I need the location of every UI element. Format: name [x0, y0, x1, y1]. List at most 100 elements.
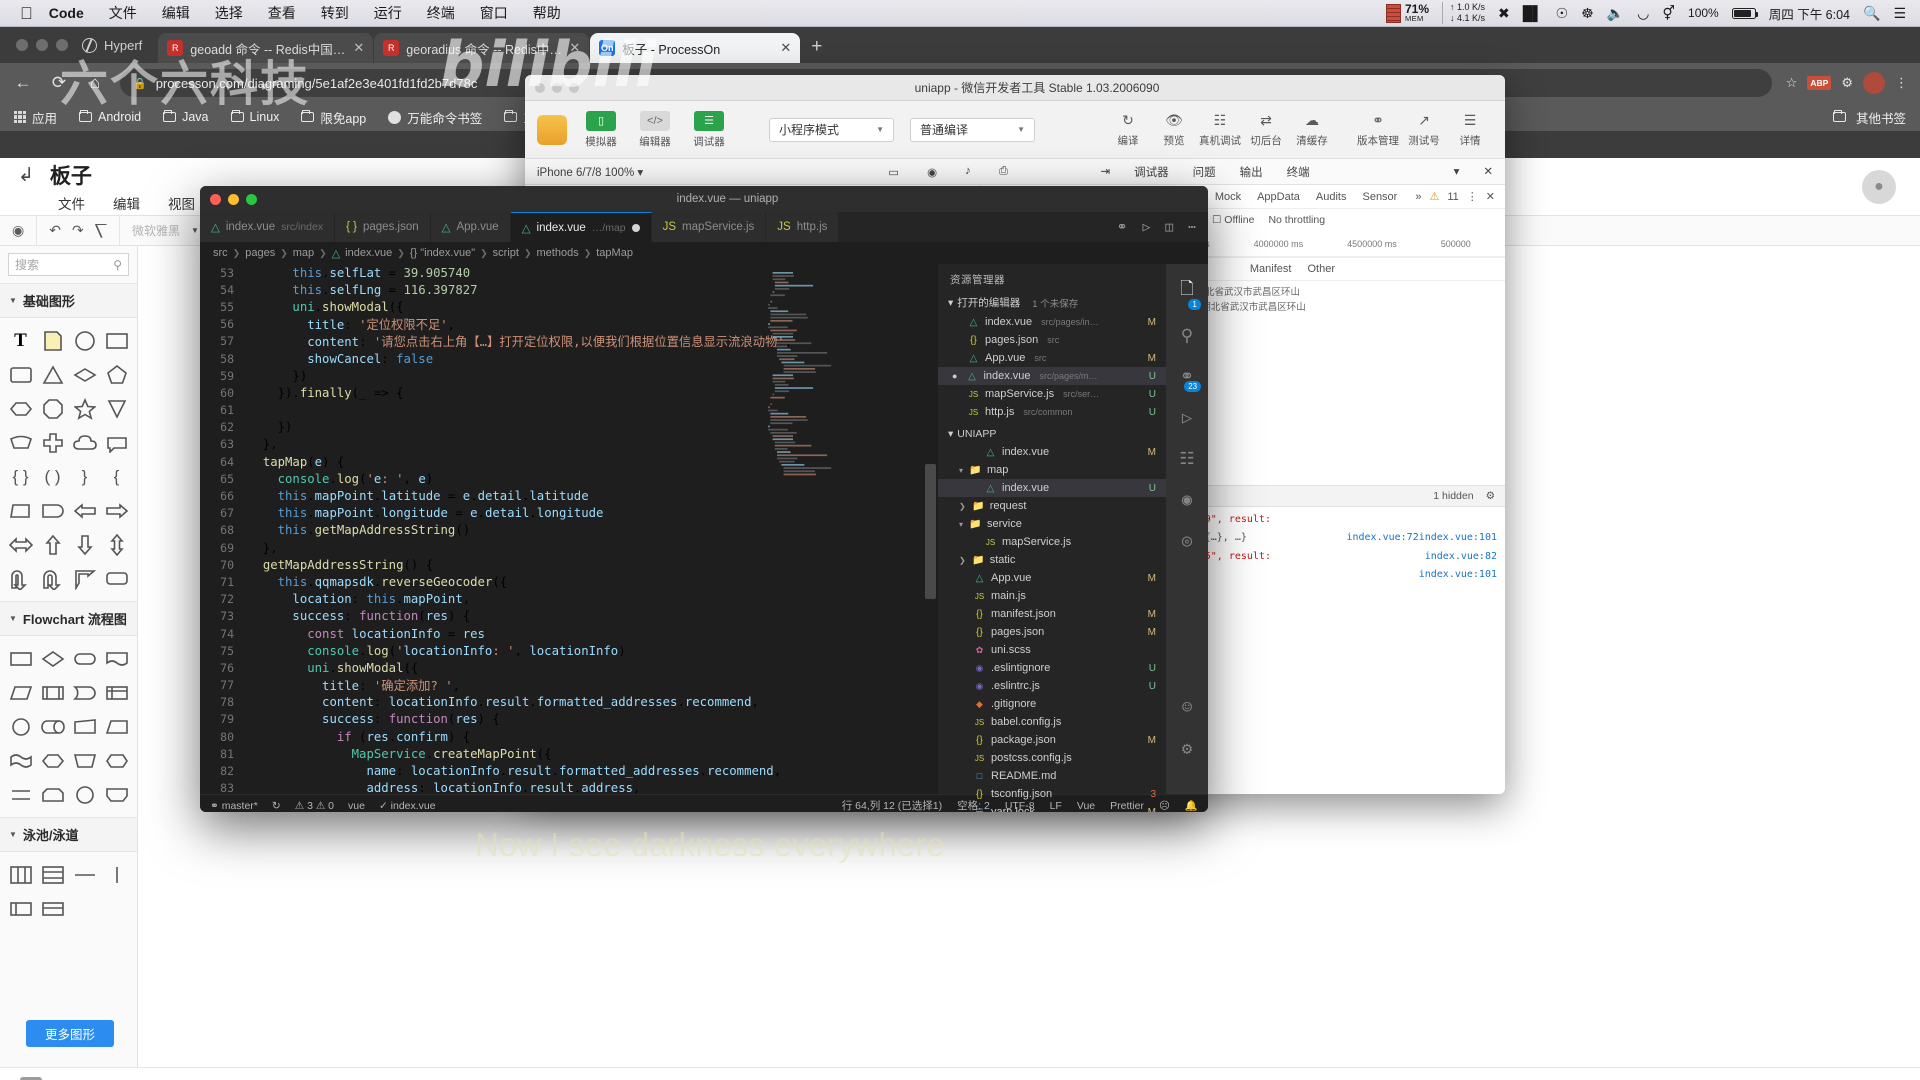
- maximize-window-button[interactable]: [569, 82, 579, 93]
- breadcrumb-pages[interactable]: pages: [245, 247, 275, 259]
- breadcrumb-map[interactable]: map: [293, 247, 314, 259]
- code-line[interactable]: 77 title: '确定添加? ',: [200, 677, 938, 694]
- open-editor-item[interactable]: △ App.vue src M: [938, 349, 1166, 367]
- search-icon[interactable]: ⚲: [113, 258, 122, 272]
- menubar-item-run[interactable]: 运行: [374, 3, 402, 23]
- window-controls[interactable]: [535, 82, 579, 93]
- file-tree-item[interactable]: ◆ .gitignore: [938, 695, 1166, 713]
- shape-card[interactable]: [6, 497, 35, 524]
- breadcrumb-script[interactable]: script: [493, 247, 519, 259]
- preview-button[interactable]: 👁 预览: [1151, 112, 1197, 148]
- swimlane-horizontal[interactable]: [38, 861, 67, 888]
- close-icon[interactable]: ✕: [353, 40, 364, 56]
- breadcrumb-methods[interactable]: methods: [537, 247, 579, 259]
- code-line[interactable]: 71 this.qqmapsdk.reverseGeocoder({: [200, 573, 938, 590]
- shape-star[interactable]: [70, 395, 99, 422]
- tab-mock[interactable]: Mock: [1215, 191, 1241, 203]
- bookmark-java[interactable]: Java: [163, 109, 209, 124]
- network-speed-widget[interactable]: ↑ 1.0 K/s ↓ 4.1 K/s: [1442, 1, 1485, 25]
- flow-hex[interactable]: [102, 747, 131, 774]
- shape-arrow-ud[interactable]: [102, 531, 131, 558]
- code-line[interactable]: 74 const locationInfo = res: [200, 625, 938, 642]
- file-tree-item[interactable]: ❯ 📁 request: [938, 497, 1166, 515]
- more-shapes-button[interactable]: 更多图形: [26, 1020, 114, 1047]
- flow-data[interactable]: [6, 679, 35, 706]
- swimlane-pool[interactable]: [6, 895, 35, 922]
- chrome-profile-name[interactable]: Hyperf: [82, 27, 158, 63]
- sync-icon[interactable]: ↻: [272, 800, 281, 812]
- stats-icon[interactable]: █▌: [1523, 6, 1543, 20]
- font-family-select[interactable]: 微软雅黑: [132, 222, 180, 239]
- file-tree-item[interactable]: ◉ .eslintignore U: [938, 659, 1166, 677]
- shape-brace-open[interactable]: {: [102, 463, 131, 490]
- extensions-puzzle-icon[interactable]: ⚙: [1841, 75, 1853, 91]
- maximize-window-button[interactable]: [246, 193, 257, 205]
- offline-checkbox[interactable]: ☐ Offline: [1212, 214, 1255, 226]
- panel-tab-problems[interactable]: 问题: [1193, 164, 1216, 180]
- search-input[interactable]: 搜索 ⚲: [8, 253, 129, 276]
- shape-hexagon[interactable]: [6, 395, 35, 422]
- new-tab-button[interactable]: +: [811, 36, 822, 58]
- console-ref[interactable]: index.vue:82: [1425, 548, 1497, 567]
- settings-icon[interactable]: ⚙: [1182, 739, 1192, 759]
- close-icon[interactable]: ✕: [1486, 190, 1495, 203]
- shape-rectangle[interactable]: [102, 327, 131, 354]
- device-debug-button[interactable]: ☷ 真机调试: [1197, 112, 1243, 148]
- editor-scrollbar[interactable]: [925, 464, 936, 599]
- simulator-button[interactable]: ▯ 模拟器: [581, 110, 621, 149]
- editor-tab-app-vue[interactable]: △ App.vue: [430, 212, 511, 242]
- mode-select[interactable]: 小程序模式 ▼: [769, 117, 894, 142]
- minimap[interactable]: [765, 270, 850, 520]
- file-tree-item[interactable]: {} pages.json M: [938, 623, 1166, 641]
- compile-select[interactable]: 普通编译 ▼: [910, 117, 1035, 142]
- open-editor-item[interactable]: JS mapService.js src/ser… U: [938, 385, 1166, 403]
- file-tree-item[interactable]: △ index.vue U: [938, 479, 1166, 497]
- browser-tab[interactable]: R geoadd 命令 -- Redis中国用户组 ✕: [158, 33, 374, 63]
- home-button[interactable]: ⌂: [84, 73, 106, 93]
- chevron-down-icon[interactable]: ▼: [191, 226, 199, 235]
- swimlane-divider[interactable]: [70, 861, 99, 888]
- shape-note[interactable]: [38, 327, 67, 354]
- shape-octagon[interactable]: [38, 395, 67, 422]
- flow-delay[interactable]: [70, 679, 99, 706]
- flow-prep[interactable]: [38, 747, 67, 774]
- language-mode[interactable]: Vue: [1077, 800, 1095, 812]
- editor-tab-pages-json[interactable]: { } pages.json: [335, 212, 431, 242]
- bookmark-linux[interactable]: Linux: [230, 109, 279, 124]
- debugger-button[interactable]: ☰ 调试器: [689, 110, 729, 149]
- flow-direct-access[interactable]: [38, 713, 67, 740]
- code-line[interactable]: 70 getMapAddressString() {: [200, 556, 938, 573]
- layout-icon[interactable]: ◫: [1165, 220, 1173, 235]
- swimlane-lane[interactable]: [38, 895, 67, 922]
- close-window-button[interactable]: [210, 193, 221, 205]
- avatar[interactable]: ●: [1862, 170, 1896, 204]
- close-window-button[interactable]: [16, 39, 28, 51]
- code-line[interactable]: 73 success: function(res) {: [200, 608, 938, 625]
- reload-button[interactable]: ⟳: [48, 73, 70, 93]
- background-button[interactable]: ⇄ 切后台: [1243, 112, 1289, 148]
- run-icon[interactable]: ▷: [1143, 220, 1151, 235]
- dropbox-icon[interactable]: ✖: [1498, 6, 1510, 20]
- code-line[interactable]: 69 },: [200, 539, 938, 556]
- shape-inverted-triangle[interactable]: [102, 395, 131, 422]
- flow-terminator[interactable]: [70, 645, 99, 672]
- files-icon[interactable]: 🗋 1: [1180, 276, 1201, 310]
- flow-document[interactable]: [102, 645, 131, 672]
- compile-button[interactable]: ↻ 编译: [1105, 112, 1151, 148]
- panel-expand-icon[interactable]: ⇥: [1100, 164, 1110, 180]
- flow-connector[interactable]: [6, 713, 35, 740]
- section-swimlane[interactable]: ▼ 泳池/泳道: [0, 817, 137, 852]
- menubar-app-name[interactable]: Code: [49, 5, 84, 21]
- shape-cross[interactable]: [38, 429, 67, 456]
- open-editor-item[interactable]: △ index.vue src/pages/in… M: [938, 313, 1166, 331]
- window-controls[interactable]: [12, 27, 82, 63]
- device-select[interactable]: iPhone 6/7/8 100% ▾: [537, 165, 643, 179]
- open-editor-item[interactable]: JS http.js src/common U: [938, 403, 1166, 421]
- clear-cache-button[interactable]: ☁ 清缓存: [1289, 112, 1335, 148]
- file-tree-item[interactable]: JS main.js: [938, 587, 1166, 605]
- menu-file[interactable]: 文件: [58, 193, 85, 213]
- editor-tab-index-vue-1[interactable]: △ index.vue src/index: [200, 212, 336, 242]
- debug-icon[interactable]: ▷: [1182, 408, 1192, 428]
- swimlane-vline[interactable]: [102, 861, 131, 888]
- flow-circle2[interactable]: [70, 781, 99, 808]
